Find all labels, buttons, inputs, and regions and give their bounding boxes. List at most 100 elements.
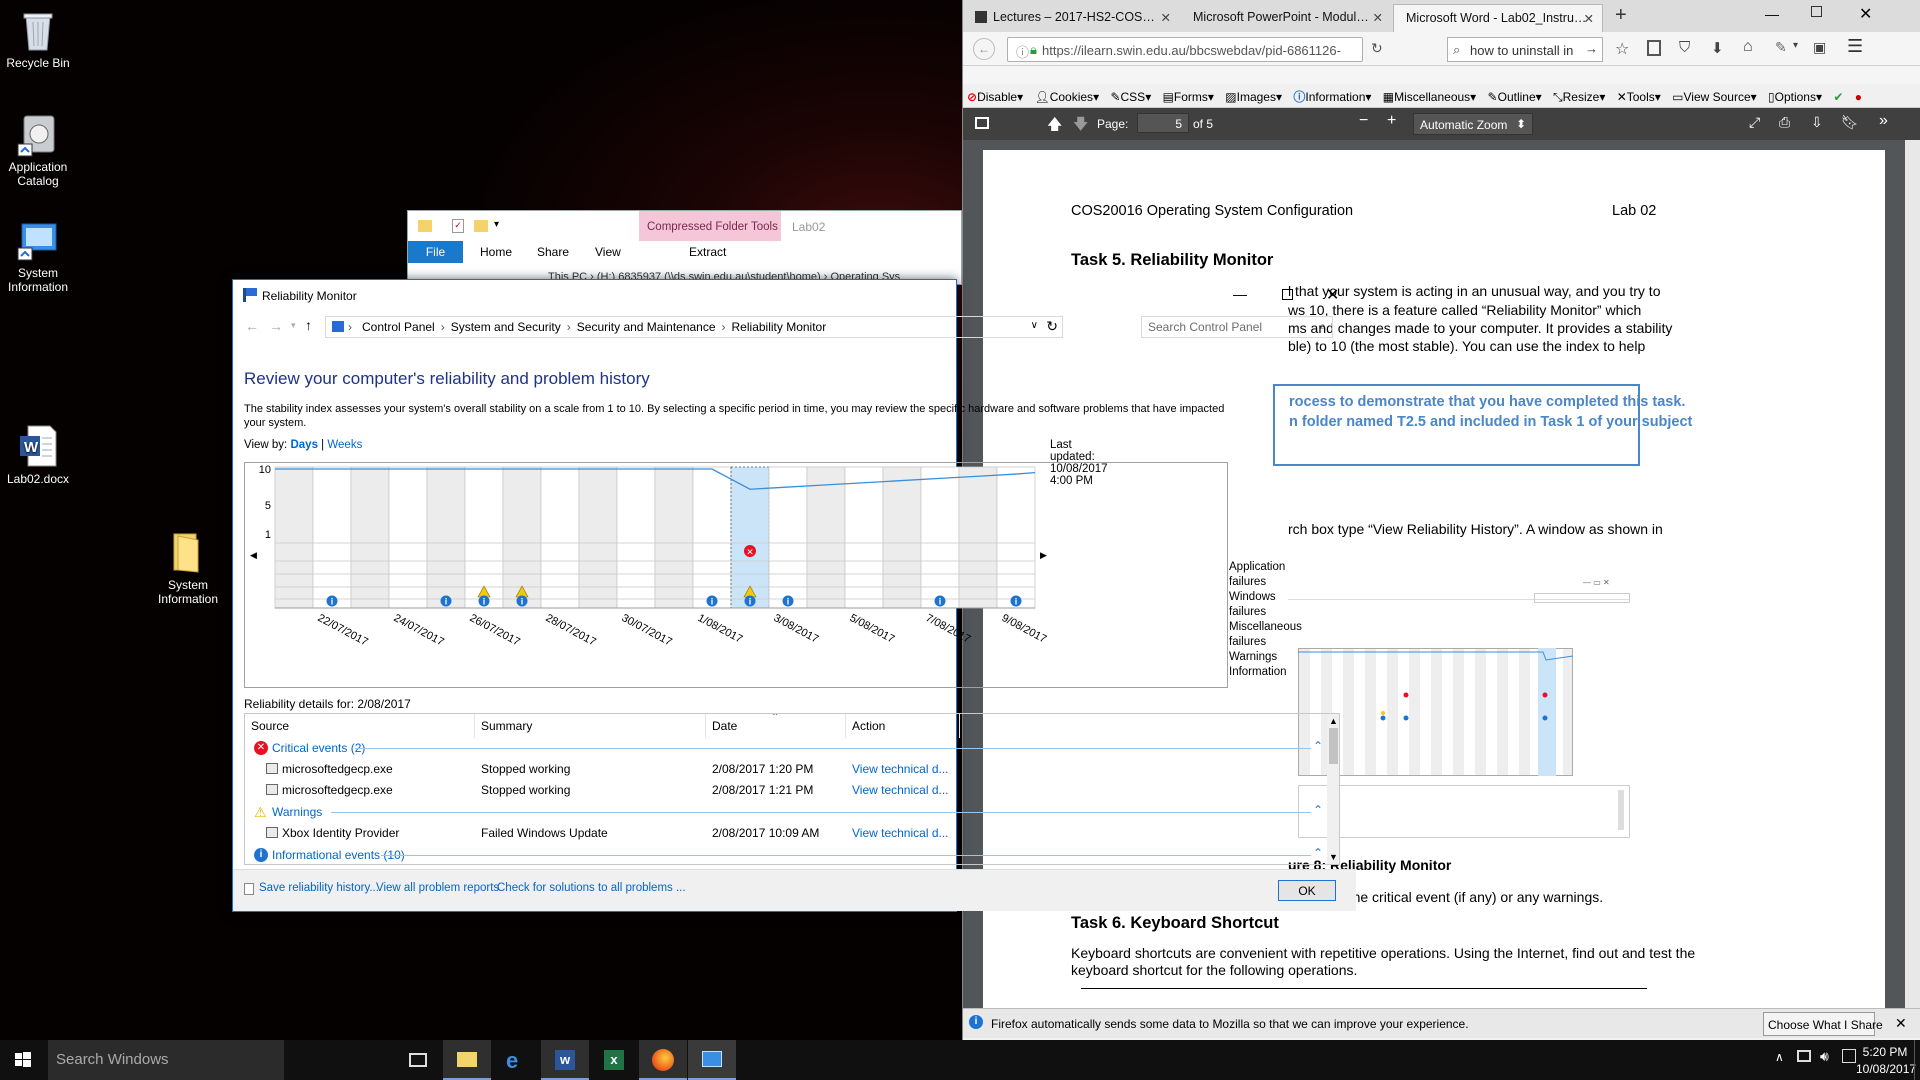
tools-icon[interactable]: » [1879,112,1888,130]
collapse-icon[interactable]: ⌃ [1313,846,1323,860]
properties-icon[interactable]: ✓ [452,219,464,233]
desktop-icon-lab02-docx[interactable]: W Lab02.docx [0,424,78,486]
reload-icon[interactable]: ↻ [1371,40,1383,57]
excel-taskbar-icon[interactable]: x [590,1040,638,1080]
recent-locations-icon[interactable]: ▾ [291,320,296,331]
zoom-out-icon[interactable]: − [1359,112,1368,130]
url-bar[interactable]: ⓘ 🔒︎ https://ilearn.swin.edu.au/bbcswebd… [1007,37,1363,62]
search-input[interactable]: Search Control Panel ⌕ [1141,316,1333,338]
scroll-down-icon[interactable]: ▼ [1329,852,1338,862]
minimize-button[interactable]: — [1765,6,1779,22]
clock-time[interactable]: 5:20 PM [1860,1045,1910,1059]
maximize-button[interactable] [1811,6,1822,17]
column-header-summary[interactable]: Summary [475,714,706,738]
breadcrumb-system-and-security[interactable]: System and Security [451,320,561,334]
print-icon[interactable]: ⎙ [1779,114,1790,131]
choose-what-i-share-button[interactable]: Choose What I Share [1763,1012,1883,1036]
view-weeks-link[interactable]: Weeks [327,439,362,451]
group-warnings[interactable]: ⚠ Warnings ⌃ [245,802,1327,822]
group-critical-events[interactable]: ✕ Critical events (2) ⌃ [245,738,1327,758]
table-row[interactable]: Xbox Identity Provider Failed Windows Up… [245,823,1327,843]
desktop-icon-system-information[interactable]: System Information [0,218,78,294]
scroll-right-icon[interactable]: ▶ [1040,550,1047,560]
back-button[interactable]: ← [973,38,995,60]
ok-button[interactable]: OK [1278,880,1336,901]
bookmark-icon[interactable]: 🔖︎ [1841,114,1859,131]
devbar-item-resize[interactable]: ⤡Resize▾ [1549,86,1609,105]
page-number-input[interactable]: 5 [1137,113,1189,133]
maximize-button[interactable] [1282,289,1293,300]
reader-icon[interactable] [1647,40,1661,56]
close-button[interactable]: ✕ [1326,285,1339,305]
view-days-link[interactable]: Days [290,439,318,451]
view-technical-details-link[interactable]: View technical d... [852,783,949,797]
zoom-select[interactable]: Automatic Zoom ⬍ [1413,113,1533,135]
pocket-icon[interactable]: ⛉ [1679,39,1690,56]
devbar-item-options[interactable]: ▯Options▾ [1764,86,1826,104]
column-header-source[interactable]: Source [245,714,475,738]
close-tab-icon[interactable]: ✕ [1584,11,1594,26]
control-panel-taskbar-icon[interactable] [688,1040,736,1080]
next-page-icon[interactable]: 🡇︎ [1073,114,1088,139]
breadcrumb-control-panel[interactable]: Control Panel [362,320,435,334]
word-taskbar-icon[interactable]: w [541,1040,589,1080]
devbar-item-css[interactable]: ✎CSS▾ [1106,86,1155,104]
save-reliability-history-link[interactable]: Save reliability history... [259,882,379,894]
addon-dropdown-icon[interactable]: ▾ [1793,40,1798,51]
start-button[interactable] [0,1040,46,1080]
edge-taskbar-icon[interactable]: e [492,1040,540,1080]
up-arrow-icon[interactable]: ↑ [305,317,312,333]
desktop-icon-recycle-bin[interactable]: Recycle Bin [0,8,78,70]
scroll-up-icon[interactable]: ▲ [1329,716,1338,726]
tab-view[interactable]: View [595,245,621,259]
tab-home[interactable]: Home [480,245,512,259]
check-for-solutions-link[interactable]: Check for solutions to all problems ... [497,882,686,894]
tab-file[interactable]: File [408,241,463,263]
firefox-taskbar-icon[interactable] [639,1040,687,1080]
download-icon[interactable]: ⬇ [1711,39,1724,57]
group-informational-events[interactable]: i Informational events (10) ⌃ [245,845,1327,864]
scroll-left-icon[interactable]: ◀ [250,550,257,560]
new-folder-icon[interactable] [474,220,488,232]
devbar-item-outline[interactable]: ✎Outline▾ [1484,86,1546,104]
task-view-icon[interactable] [394,1040,442,1080]
devbar-item-information[interactable]: ⓘInformation▾ [1289,84,1375,105]
devbar-item-images[interactable]: ▨Images▾ [1221,86,1286,104]
network-icon[interactable] [1797,1050,1811,1062]
devbar-check-icon[interactable]: ✔ [1829,86,1847,104]
bookmark-star-icon[interactable]: ☆ [1615,39,1629,59]
address-bar[interactable]: › Control Panel › System and Security › Secu… [325,316,1063,338]
refresh-icon[interactable]: ↻ [1046,318,1058,335]
devbar-item-tools[interactable]: ✕Tools▾ [1613,86,1665,104]
show-hidden-icons[interactable]: ∧ [1775,1050,1784,1064]
view-all-problem-reports-link[interactable]: View all problem reports [376,882,499,894]
scroll-thumb[interactable] [1329,728,1338,764]
zoom-in-icon[interactable]: + [1387,112,1396,130]
save-icon[interactable]: ⇩ [1811,114,1823,131]
devbar-status-icon[interactable]: ● [1851,86,1866,104]
devbar-item-miscellaneous[interactable]: ▦Miscellaneous▾ [1379,86,1480,104]
breadcrumb-security-and-maintenance[interactable]: Security and Maintenance [577,320,716,334]
forward-arrow-icon[interactable]: → [269,318,283,334]
table-row[interactable]: microsoftedgecp.exe Stopped working 2/08… [245,759,1327,779]
tab-share[interactable]: Share [537,245,569,259]
show-desktop[interactable] [1914,1040,1920,1080]
clock-date[interactable]: 10/08/2017 [1856,1062,1916,1076]
browser-tab-active[interactable]: Microsoft Word - Lab02_Instru… ✕ [1393,4,1603,32]
close-tab-icon[interactable]: ✕ [1161,10,1171,25]
file-explorer-taskbar-icon[interactable] [443,1040,491,1080]
collapse-icon[interactable]: ⌃ [1313,739,1323,753]
sidebar-toggle-icon[interactable] [975,117,989,129]
chevron-down-icon[interactable]: ▾ [494,219,499,230]
details-scrollbar[interactable]: ▲ ▼ [1327,714,1339,864]
devbar-item-forms[interactable]: ▤Forms▾ [1159,86,1218,104]
table-row[interactable]: microsoftedgecp.exe Stopped working 2/08… [245,780,1327,800]
home-icon[interactable]: ⌂ [1743,38,1753,56]
taskbar-search-box[interactable]: Search Windows [48,1040,284,1080]
volume-icon[interactable]: 🔊︎ [1820,1048,1829,1065]
desktop-icon-system-information-folder[interactable]: System Information [148,530,228,606]
search-bar[interactable]: ⌕ how to uninstall in → [1447,37,1603,62]
devbar-item-cookies[interactable]: 👤︎Cookies▾ [1030,86,1103,104]
input-method-icon[interactable] [1842,1049,1856,1063]
column-header-date[interactable]: Date [706,714,846,738]
